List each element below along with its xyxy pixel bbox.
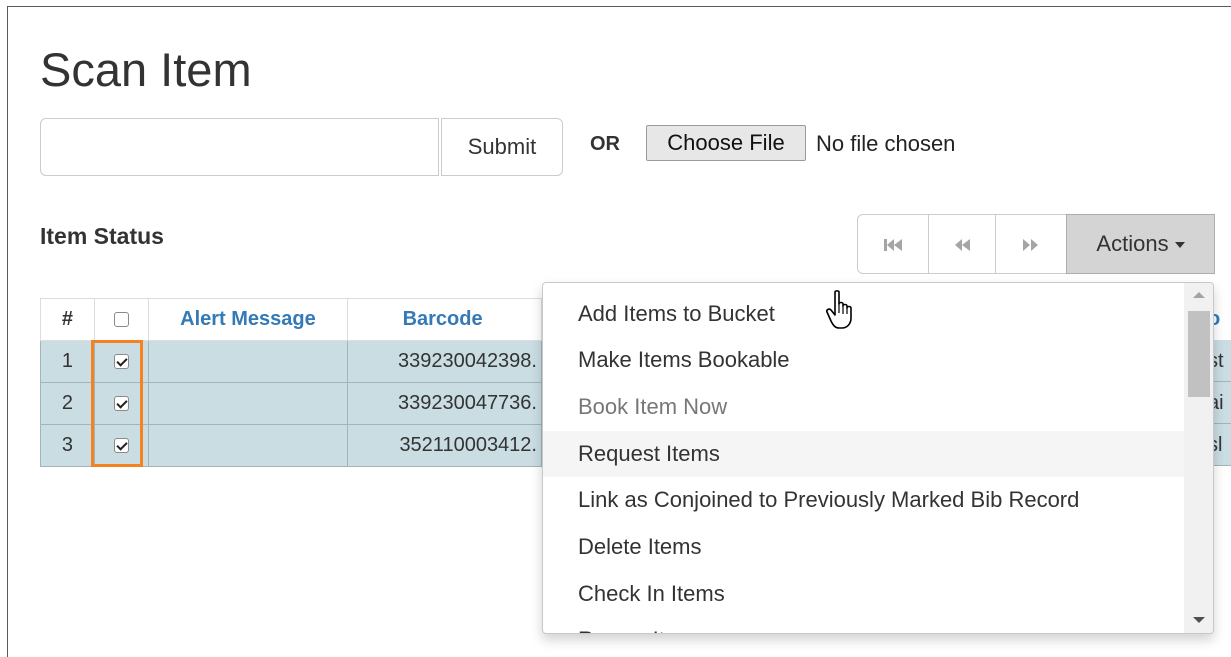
scroll-up-icon[interactable] <box>1193 292 1205 298</box>
next-page-icon <box>1023 239 1038 252</box>
page-title: Scan Item <box>40 43 252 96</box>
scroll-down-icon[interactable] <box>1193 617 1205 623</box>
actions-dropdown-menu: Add Items to Bucket Make Items Bookable … <box>542 282 1214 634</box>
row-barcode: 339230042398. <box>347 340 542 383</box>
menu-scrollbar[interactable] <box>1184 283 1213 633</box>
first-page-button[interactable] <box>857 214 929 274</box>
header-select-all[interactable] <box>93 298 149 341</box>
row-barcode: 352110003412. <box>347 424 542 467</box>
prev-page-button[interactable] <box>928 214 996 274</box>
menu-item-request-items[interactable]: Request Items <box>543 431 1184 477</box>
header-alert-message[interactable]: Alert Message <box>147 298 349 341</box>
row-alert <box>147 382 349 425</box>
file-status-text: No file chosen <box>816 131 956 156</box>
menu-item-book-item-now[interactable]: Book Item Now <box>543 384 1184 430</box>
header-num: # <box>40 298 95 341</box>
menu-item-renew-items[interactable]: Renew Items <box>543 617 1184 633</box>
first-page-icon <box>884 239 902 252</box>
row-num: 3 <box>40 424 95 467</box>
row-num: 1 <box>40 340 95 383</box>
row-alert <box>147 424 349 467</box>
menu-item-add-to-bucket[interactable]: Add Items to Bucket <box>543 291 1184 337</box>
actions-label: Actions <box>1096 231 1169 256</box>
actions-button[interactable]: Actions <box>1066 214 1215 274</box>
hand-pointer-icon <box>826 290 852 329</box>
caret-down-icon <box>1174 242 1185 249</box>
next-page-button[interactable] <box>995 214 1067 274</box>
row-num: 2 <box>40 382 95 425</box>
prev-page-icon <box>955 239 970 252</box>
table-header-row: # Alert Message Barcode <box>40 298 542 341</box>
menu-item-make-bookable[interactable]: Make Items Bookable <box>543 337 1184 383</box>
menu-item-check-in-items[interactable]: Check In Items <box>543 571 1184 617</box>
row-alert <box>147 340 349 383</box>
barcode-input[interactable] <box>40 118 439 176</box>
header-barcode[interactable]: Barcode <box>347 298 542 341</box>
section-title: Item Status <box>40 223 164 249</box>
menu-item-link-conjoined[interactable]: Link as Conjoined to Previously Marked B… <box>543 477 1184 523</box>
or-label: OR <box>590 133 620 155</box>
scroll-thumb[interactable] <box>1188 311 1210 397</box>
select-all-checkbox[interactable] <box>113 312 129 328</box>
menu-item-delete-items[interactable]: Delete Items <box>543 524 1184 570</box>
submit-button[interactable]: Submit <box>441 118 563 176</box>
choose-file-button[interactable]: Choose File <box>646 125 806 161</box>
checkbox-highlight-box <box>91 340 143 467</box>
row-barcode: 339230047736. <box>347 382 542 425</box>
